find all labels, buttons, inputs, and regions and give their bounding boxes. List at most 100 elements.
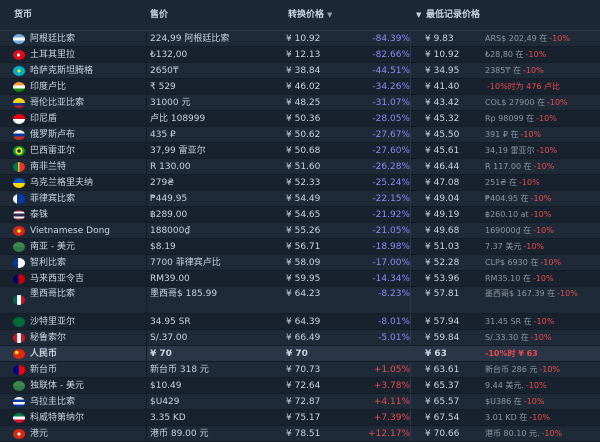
local-price: ¥ 70: [150, 349, 172, 359]
lowest-local-price: S/.33.30 在: [485, 333, 529, 342]
table-row[interactable]: 沙特里亚尔 34.95 SR ¥ 64.39 -8.01% ¥ 57.94 31.45 S…: [0, 314, 600, 330]
converted-price: ¥ 56.71: [286, 242, 321, 252]
column-divider: [410, 79, 411, 94]
discount-badge: -10%: [523, 397, 545, 406]
table-row[interactable]: 人民币 ¥ 70 ¥ 70 ¥ 63 -10%时 ¥ 63: [0, 346, 600, 362]
lowest-local-price: 3.01 KD 在: [485, 413, 528, 422]
table-row[interactable]: 乌克兰格里夫纳 279₴ ¥ 52.33 -25.24% ¥ 47.08 251₴ 在 -1…: [0, 175, 600, 191]
table-row[interactable]: 独联体 - 美元 $10.49 ¥ 72.64 +3.78% ¥ 65.37 9.44 美…: [0, 378, 600, 394]
flag-icon: [13, 381, 25, 391]
lowest-price-note: ₺28,80 在 -10%: [485, 47, 598, 63]
table-row[interactable]: 乌拉圭比索 $U429 ¥ 72.87 +4.11% ¥ 65.57 $U386 在 -10…: [0, 394, 600, 410]
table-row[interactable]: 印度卢比 ₹ 529 ¥ 46.02 -34.26% ¥ 41.40 -10%时为 476…: [0, 79, 600, 95]
flag-icon: [13, 66, 25, 76]
discount-badge: -10%: [523, 66, 544, 75]
local-price: ₹ 529: [150, 82, 176, 92]
header-lowest[interactable]: 最低记录价格: [426, 0, 586, 30]
column-divider: [410, 31, 411, 46]
discount-badge: -10%: [541, 429, 563, 438]
header-currency[interactable]: 货币: [14, 0, 132, 30]
currency-name: 港元: [30, 429, 49, 439]
table-row[interactable]: 泰铢 ฿289.00 ¥ 54.65 -21.92% ¥ 49.19 ฿260.10 at…: [0, 207, 600, 223]
converted-price: ¥ 70: [286, 349, 308, 359]
price-difference: -21.92%: [372, 210, 410, 220]
column-divider: [410, 143, 411, 158]
lowest-local-price: $U386 在: [485, 397, 522, 406]
table-row[interactable]: 印尼盾 卢比 108999 ¥ 50.36 -28.05% ¥ 45.32 Rp 9809…: [0, 111, 600, 127]
lowest-price-note: 新台币 286 元 -10%: [485, 362, 598, 378]
table-row[interactable]: 俄罗斯卢布 435 ₽ ¥ 50.62 -27.67% ¥ 45.50 391 ₽ 在 -1…: [0, 127, 600, 143]
lowest-price-note: 7.37 美元 -10%: [485, 239, 598, 255]
currency-name: 马来西亚令吉: [30, 274, 85, 284]
table-row[interactable]: 菲律宾比索 ₱449.95 ¥ 54.49 -22.15% ¥ 49.04 ₱404.95…: [0, 191, 600, 207]
currency-name: 印度卢比: [30, 82, 67, 92]
price-difference: -22.15%: [372, 194, 410, 204]
table-row[interactable]: Vietnamese Dong 188000₫ ¥ 55.26 -21.05% ¥ 49…: [0, 223, 600, 239]
column-divider: [410, 111, 411, 126]
currency-name: 俄罗斯卢布: [30, 130, 76, 140]
currency-name: 菲律宾比索: [30, 194, 76, 204]
lowest-price-note: ₱404.95 在 -10%: [485, 191, 598, 207]
table-row[interactable]: 哈萨克斯坦腾格 2650₸ ¥ 38.84 -44.51% ¥ 34.95 2385₸ 在…: [0, 63, 600, 79]
flag-icon: [13, 317, 25, 327]
flag-icon: [13, 333, 25, 343]
converted-price: ¥ 52.33: [286, 178, 321, 188]
local-price: 435 ₽: [150, 130, 176, 140]
discount-badge: -10%: [525, 381, 547, 390]
table-row[interactable]: 秘鲁索尔 S/.37.00 ¥ 66.49 -5.01% ¥ 59.84 S/.33.30…: [0, 330, 600, 346]
header-price[interactable]: 售价: [150, 0, 270, 30]
lowest-price: ¥ 45.32: [425, 114, 460, 124]
converted-price: ¥ 50.36: [286, 114, 321, 124]
lowest-price: ¥ 49.19: [425, 210, 460, 220]
table-row[interactable]: 科威特第纳尔 3.35 KD ¥ 75.17 +7.39% ¥ 67.54 3.01 KD…: [0, 410, 600, 426]
local-price: 279₴: [150, 178, 175, 188]
converted-price: ¥ 48.25: [286, 98, 321, 108]
lowest-price-note: 391 ₽ 在 -10%: [485, 127, 598, 143]
lowest-local-price: CLP$ 6930 在: [485, 258, 539, 267]
currency-name: 智利比索: [30, 258, 67, 268]
flag-icon: [13, 194, 25, 204]
currency-name: 哥伦比亚比索: [30, 98, 85, 108]
lowest-price: ¥ 49.04: [425, 194, 460, 204]
lowest-price: ¥ 51.03: [425, 242, 460, 252]
price-difference: -27.67%: [372, 130, 410, 140]
table-row[interactable]: 新台币 新台币 318 元 ¥ 70.73 +1.05% ¥ 63.61 新台币 286 …: [0, 362, 600, 378]
flag-icon: [13, 130, 25, 140]
table-row[interactable]: 土耳其里拉 ₺132,00 ¥ 12.13 -82.66% ¥ 10.92 ₺28,80 …: [0, 47, 600, 63]
lowest-local-price: 新台币 286 元: [485, 365, 538, 374]
header-converted[interactable]: 转换价格 ▼: [288, 0, 398, 30]
table-row[interactable]: 哥伦比亚比索 31000 元 ¥ 48.25 -31.07% ¥ 43.42 COL$ 2…: [0, 95, 600, 111]
table-row[interactable]: 马来西亚令吉 RM39.00 ¥ 59.95 -14.34% ¥ 53.96 RM35.1…: [0, 271, 600, 287]
price-difference: +3.78%: [373, 381, 410, 391]
discount-badge: -10%时为 476 卢比: [487, 82, 561, 91]
lowest-local-price: 31.45 SR 在: [485, 317, 532, 326]
currency-name: 泰铢: [30, 210, 49, 220]
converted-price: ¥ 50.68: [286, 146, 321, 156]
lowest-price: ¥ 9.83: [425, 34, 454, 44]
local-price: 港币 89.00 元: [150, 429, 209, 439]
converted-price: ¥ 55.26: [286, 226, 321, 236]
table-row[interactable]: 南非兰特 R 130.00 ¥ 51.60 -26.28% ¥ 46.44 R 117.0…: [0, 159, 600, 175]
lowest-local-price: COL$ 27900 在: [485, 98, 545, 107]
lowest-local-price: RM35.10 在: [485, 274, 531, 283]
lowest-price: ¥ 43.42: [425, 98, 460, 108]
price-table: 货币 售价 转换价格 ▼ ▼ 最低记录价格 阿根廷比索 224,99 阿根廷比索 ¥ …: [0, 0, 600, 442]
converted-price: ¥ 64.39: [286, 317, 321, 327]
discount-badge: -10%: [536, 146, 558, 155]
flag-icon: [13, 34, 25, 44]
currency-name: Vietnamese Dong: [30, 226, 110, 236]
local-price: ₺132,00: [150, 50, 188, 60]
table-row[interactable]: 巴西雷亚尔 37,99 雷亚尔 ¥ 50.68 -27.60% ¥ 45.61 34,19…: [0, 143, 600, 159]
discount-badge: -10%: [530, 333, 552, 342]
table-row[interactable]: 南亚 - 美元 $8.19 ¥ 56.71 -18.98% ¥ 51.03 7.37 美元…: [0, 239, 600, 255]
price-difference: -26.28%: [372, 162, 410, 172]
lowest-price-note: 3.01 KD 在 -10%: [485, 410, 598, 426]
table-row[interactable]: 阿根廷比索 224,99 阿根廷比索 ¥ 10.92 -84.39% ¥ 9.83 ARS…: [0, 31, 600, 47]
price-difference: -17.00%: [372, 258, 410, 268]
table-row[interactable]: 智利比索 7700 菲律宾卢比 ¥ 58.09 -17.00% ¥ 52.28 CLP$ …: [0, 255, 600, 271]
column-divider: [410, 346, 411, 361]
table-row[interactable]: 港元 港币 89.00 元 ¥ 78.51 +12.17% ¥ 70.66 港币 80.1…: [0, 426, 600, 442]
table-row[interactable]: 墨西哥比索 墨西哥$ 185.99 ¥ 64.23 -8.23% ¥ 57.81 墨西哥$…: [0, 287, 600, 314]
flag-icon: [13, 210, 25, 220]
lowest-price-note: 34,19 雷亚尔 -10%: [485, 143, 598, 159]
